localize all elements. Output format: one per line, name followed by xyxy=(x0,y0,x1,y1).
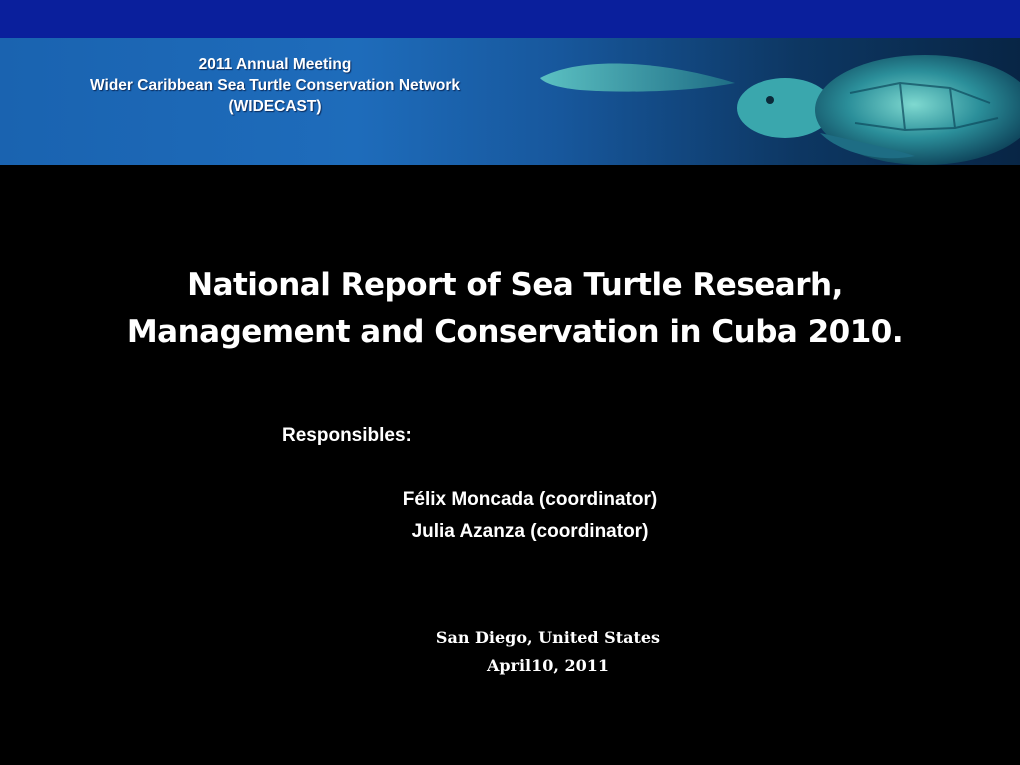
coordinators-list: Félix Moncada (coordinator) Julia Azanza… xyxy=(320,484,740,548)
title-line-1: National Report of Sea Turtle Researh, xyxy=(187,267,843,303)
place: San Diego, United States xyxy=(435,628,661,647)
meeting-line-2: Wider Caribbean Sea Turtle Conservation … xyxy=(90,77,460,94)
coordinator-1: Félix Moncada (coordinator) xyxy=(402,489,658,510)
presentation-title: National Report of Sea Turtle Researh, M… xyxy=(60,262,970,356)
responsibles-label: Responsibles: xyxy=(282,425,412,446)
place-and-date: San Diego, United States April10, 2011 xyxy=(398,624,698,680)
header-banner: 2011 Annual Meeting Wider Caribbean Sea … xyxy=(0,38,1020,165)
slide: 2011 Annual Meeting Wider Caribbean Sea … xyxy=(0,0,1020,765)
top-bar xyxy=(0,0,1020,38)
sea-turtle-photo-icon xyxy=(540,55,1020,165)
title-line-2: Management and Conservation in Cuba 2010… xyxy=(126,314,904,350)
date: April10, 2011 xyxy=(486,656,610,675)
meeting-line-1: 2011 Annual Meeting xyxy=(198,56,352,73)
meeting-title: 2011 Annual Meeting Wider Caribbean Sea … xyxy=(20,54,530,117)
meeting-line-3: (WIDECAST) xyxy=(228,98,322,115)
coordinator-2: Julia Azanza (coordinator) xyxy=(411,521,649,542)
